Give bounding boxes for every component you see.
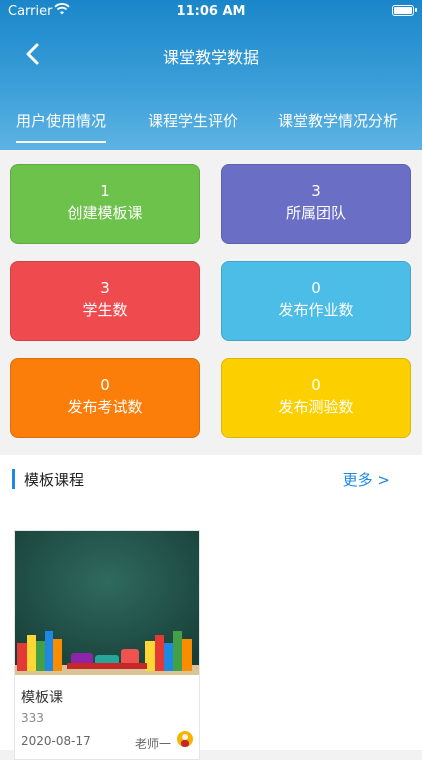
stat-value: 0 — [311, 376, 321, 394]
status-time: 11:06 AM — [176, 4, 246, 19]
more-link[interactable]: 更多 > — [343, 469, 390, 490]
stat-value: 0 — [100, 376, 110, 394]
header: Carrier 11:06 AM 课堂教学数据 用户使用情况 课程学生评价 课堂… — [0, 0, 422, 150]
stat-value: 3 — [100, 279, 110, 297]
tab-student-evaluation[interactable]: 课程学生评价 — [148, 110, 238, 131]
stat-label: 创建模板课 — [67, 204, 143, 222]
stat-card-quizzes[interactable]: 0 发布测验数 — [221, 358, 411, 438]
stat-card-students[interactable]: 3 学生数 — [10, 261, 200, 341]
tab-bar: 用户使用情况 课程学生评价 课堂教学情况分析 — [0, 110, 422, 150]
stat-label: 发布考试数 — [67, 398, 143, 416]
stat-card-homework[interactable]: 0 发布作业数 — [221, 261, 411, 341]
teacher-name: 老师一 — [134, 737, 171, 751]
section-title: 模板课程 — [24, 471, 85, 489]
tab-teaching-analysis[interactable]: 课堂教学情况分析 — [278, 110, 398, 131]
battery-icon — [392, 5, 417, 16]
stat-card-template-courses[interactable]: 1 创建模板课 — [10, 164, 200, 244]
stat-value: 1 — [100, 182, 110, 200]
template-courses-section-header: 模板课程 更多 > — [0, 455, 422, 505]
status-bar: Carrier 11:06 AM — [0, 0, 422, 24]
course-thumbnail — [15, 531, 199, 675]
tab-user-usage[interactable]: 用户使用情况 — [16, 110, 107, 143]
teacher-avatar — [177, 731, 193, 747]
section-accent-bar — [12, 469, 15, 489]
stat-label: 所属团队 — [285, 204, 346, 222]
stat-card-exams[interactable]: 0 发布考试数 — [10, 358, 200, 438]
course-name: 模板课 — [21, 690, 63, 706]
course-date: 2020-08-17 — [21, 734, 91, 748]
page-title: 课堂教学数据 — [162, 48, 259, 67]
course-card[interactable]: 模板课 333 2020-08-17 老师一 — [14, 530, 200, 760]
stat-value: 0 — [311, 279, 321, 297]
stat-label: 学生数 — [82, 301, 128, 319]
stat-label: 发布测验数 — [278, 398, 354, 416]
stat-label: 发布作业数 — [278, 301, 354, 319]
stat-value: 3 — [311, 182, 321, 200]
course-code: 333 — [21, 711, 44, 725]
stat-card-teams[interactable]: 3 所属团队 — [221, 164, 411, 244]
